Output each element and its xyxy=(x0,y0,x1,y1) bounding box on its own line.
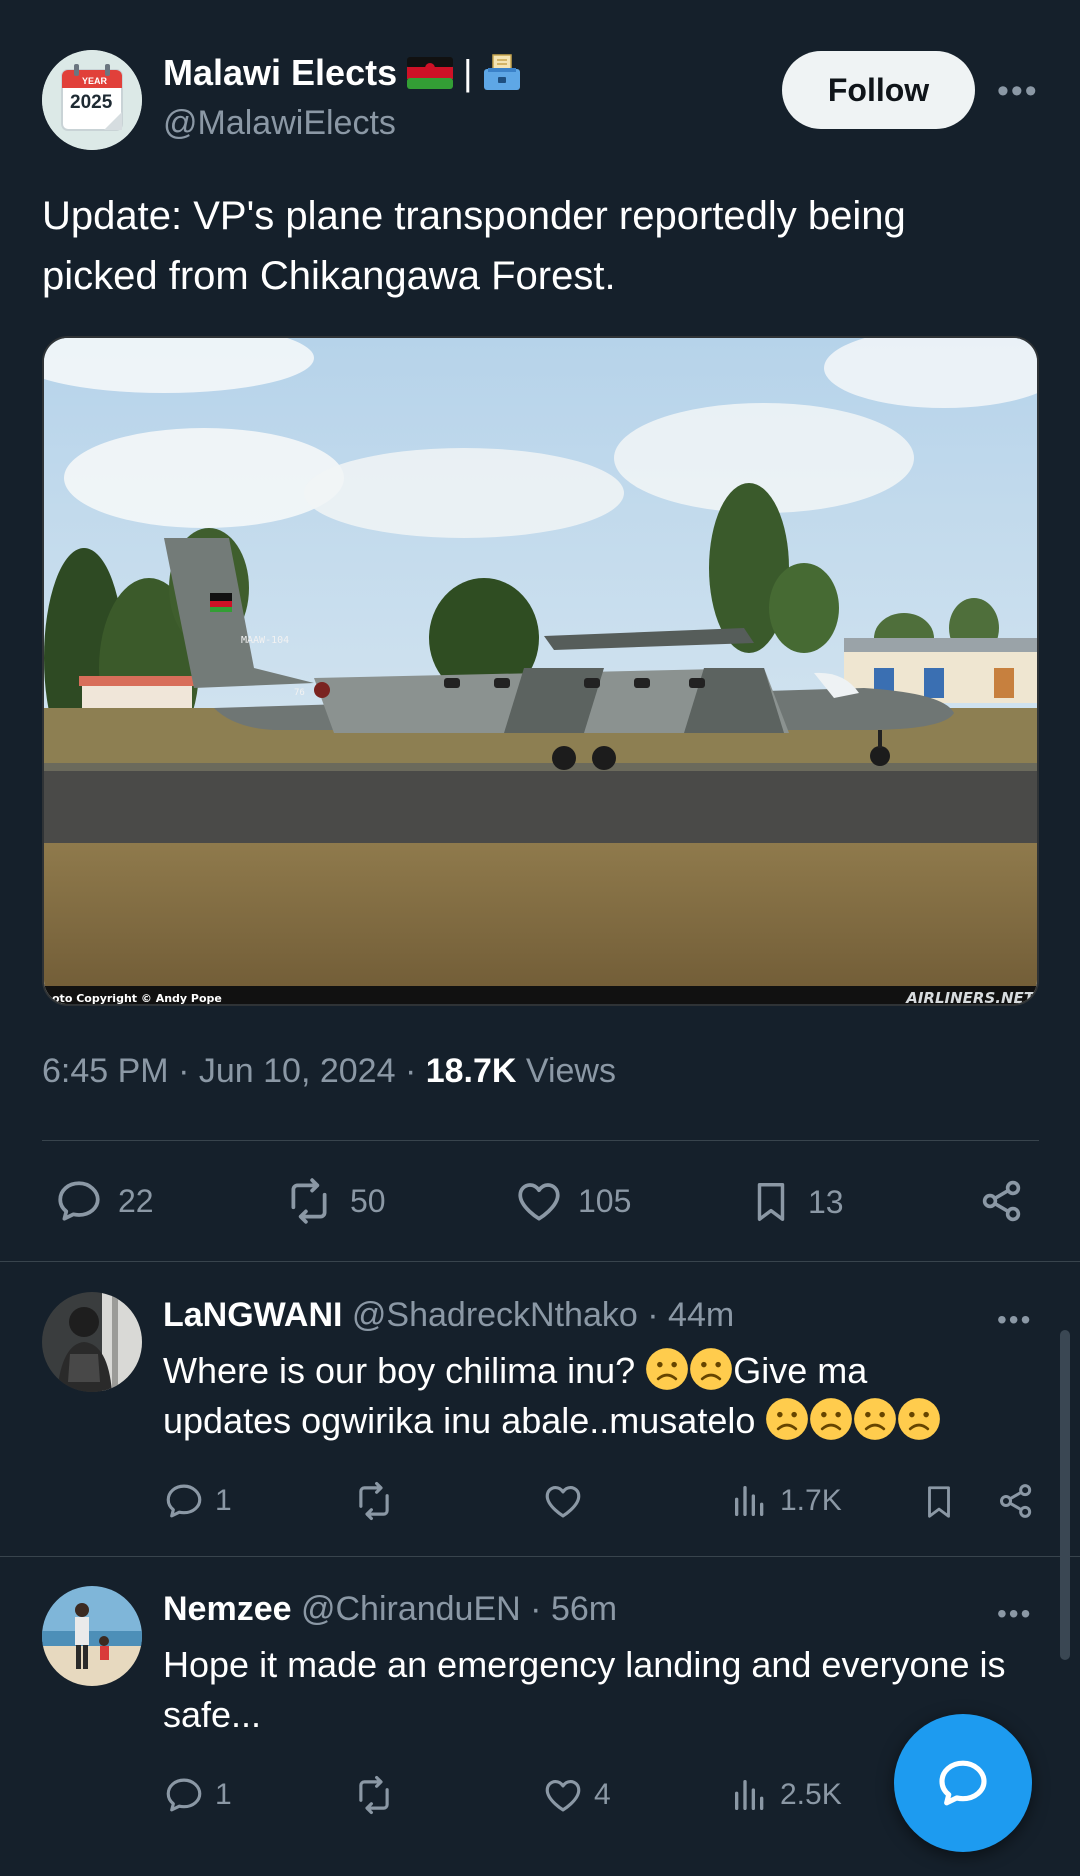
compose-reply-button[interactable] xyxy=(894,1714,1032,1852)
user-photo xyxy=(42,1292,142,1392)
reply-reply-button[interactable]: 1 xyxy=(163,1774,232,1816)
bookmark-icon xyxy=(757,1183,785,1221)
like-button[interactable]: 105 xyxy=(514,1176,631,1226)
reply-like-count: 4 xyxy=(594,1778,611,1811)
avatar-year: 2025 xyxy=(70,92,113,113)
views-label: Views xyxy=(525,1052,616,1090)
bookmark-count: 13 xyxy=(808,1183,844,1220)
compose-reply-icon xyxy=(939,1760,987,1806)
reply-avatar[interactable] xyxy=(42,1292,142,1392)
repost-icon xyxy=(291,1178,327,1224)
reply-views-button[interactable]: 2.5K xyxy=(730,1774,842,1816)
reply-icon xyxy=(166,1778,202,1812)
sad-face-icon xyxy=(690,1348,733,1390)
reply-views-count: 1.7K xyxy=(780,1484,842,1517)
fuselage-number: 76 xyxy=(294,688,305,698)
reply-avatar[interactable] xyxy=(42,1586,142,1686)
reply-text-line1: Where is our boy chilima inu? xyxy=(163,1350,636,1391)
reply-text: Where is our boy chilima inu? Give ma up… xyxy=(163,1346,1063,1446)
repost-button[interactable]: 50 xyxy=(282,1176,386,1226)
reply-reply-count: 1 xyxy=(215,1484,232,1517)
tweet-time: 6:45 PM xyxy=(42,1052,169,1090)
more-icon[interactable]: ••• xyxy=(997,74,1039,108)
user-photo xyxy=(42,1586,142,1686)
reply-text-line1b: Give ma xyxy=(733,1350,868,1391)
repost-icon xyxy=(359,1481,389,1521)
author-handle[interactable]: @MalawiElects xyxy=(163,104,396,143)
name-separator: | xyxy=(463,52,473,93)
photo-credit-right: AIRLINERS.NET xyxy=(905,989,1036,1006)
tail-registration: MAAW-104 xyxy=(241,635,289,646)
more-icon[interactable]: ••• xyxy=(997,1600,1032,1628)
author-display-name[interactable]: Malawi Elects | xyxy=(163,52,522,94)
reply-text-line2: updates ogwirika inu abale..musatelo xyxy=(163,1400,756,1441)
reply-icon xyxy=(58,1181,100,1221)
tweet-text: Update: VP's plane transponder reportedl… xyxy=(42,194,906,298)
ballot-box-icon xyxy=(484,54,521,90)
reply-count: 22 xyxy=(118,1182,154,1219)
share-button[interactable] xyxy=(978,1176,1026,1226)
follow-button[interactable]: Follow xyxy=(782,51,975,129)
airplane-photo: oto Copyright © Andy Pope AIRLINERS.NET … xyxy=(44,338,1037,1006)
reply-icon xyxy=(166,1484,202,1518)
reply-share-button[interactable] xyxy=(996,1480,1036,1522)
sad-face-icon xyxy=(810,1398,853,1440)
like-count: 105 xyxy=(578,1182,632,1219)
reply-author-name[interactable]: Nemzee xyxy=(163,1590,292,1628)
malawi-flag-icon xyxy=(407,57,454,89)
reply-reply-button[interactable]: 1 xyxy=(163,1480,232,1522)
views-count: 18.7K xyxy=(425,1052,517,1090)
share-icon xyxy=(999,1484,1032,1518)
sad-face-icon xyxy=(646,1348,689,1390)
reply-like-button[interactable] xyxy=(542,1480,594,1522)
reply-like-button[interactable]: 4 xyxy=(542,1774,611,1816)
share-icon xyxy=(982,1180,1021,1222)
photo-credit-left: oto Copyright © Andy Pope xyxy=(52,992,222,1005)
repost-icon xyxy=(359,1775,389,1815)
reply-author-name[interactable]: LaNGWANI xyxy=(163,1296,342,1334)
scrollbar[interactable] xyxy=(1060,1330,1070,1660)
reply-author-handle[interactable]: @ChiranduEN xyxy=(301,1590,521,1628)
reply-header: LaNGWANI @ShadreckNthako · 44m xyxy=(163,1296,735,1334)
reply-views-count: 2.5K xyxy=(780,1778,842,1811)
like-icon xyxy=(545,1779,581,1812)
divider xyxy=(0,1556,1080,1557)
reply-views-button[interactable]: 1.7K xyxy=(730,1480,842,1522)
more-icon[interactable]: ••• xyxy=(997,1306,1032,1334)
bookmark-button[interactable]: 13 xyxy=(748,1176,844,1228)
avatar-year-label: YEAR xyxy=(82,76,108,86)
reply-author-handle[interactable]: @ShadreckNthako xyxy=(352,1296,638,1334)
views-icon xyxy=(735,1486,764,1516)
reply-header: Nemzee @ChiranduEN · 56m xyxy=(163,1590,618,1628)
divider xyxy=(42,1140,1039,1141)
reply-repost-button[interactable] xyxy=(352,1774,406,1816)
reply-reply-count: 1 xyxy=(215,1778,232,1811)
reply-time[interactable]: 44m xyxy=(668,1296,734,1334)
tweet-date[interactable]: Jun 10, 2024 xyxy=(199,1052,396,1090)
views-icon xyxy=(735,1780,764,1810)
sad-face-icon xyxy=(898,1398,941,1440)
tweet-meta: 6:45 PM · Jun 10, 2024 · 18.7K Views xyxy=(42,1052,616,1090)
tweet-image[interactable]: oto Copyright © Andy Pope AIRLINERS.NET … xyxy=(42,336,1039,1006)
divider xyxy=(0,1261,1080,1262)
sad-face-icon xyxy=(766,1398,809,1440)
repost-count: 50 xyxy=(350,1182,386,1219)
reply-button[interactable]: 22 xyxy=(54,1176,154,1226)
like-icon xyxy=(518,1183,560,1221)
author-avatar[interactable]: YEAR 2025 xyxy=(42,50,142,150)
reply-bookmark-button[interactable] xyxy=(920,1480,958,1524)
reply-repost-button[interactable] xyxy=(352,1480,406,1522)
like-icon xyxy=(545,1485,581,1518)
author-name[interactable]: Malawi Elects xyxy=(163,52,397,94)
reply-time[interactable]: 56m xyxy=(551,1590,617,1628)
sad-face-icon xyxy=(854,1398,897,1440)
bookmark-icon xyxy=(928,1486,950,1518)
